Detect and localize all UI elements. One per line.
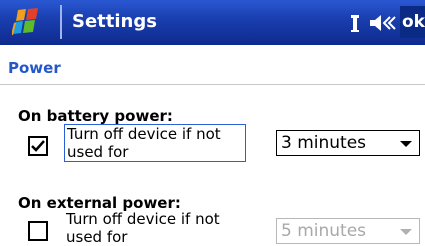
external-timeout-dropdown: 5 minutes: [276, 218, 420, 244]
battery-turnoff-label[interactable]: Turn off device if not used for: [64, 124, 246, 162]
battery-turnoff-checkbox[interactable]: [28, 136, 48, 156]
external-turnoff-label[interactable]: Turn off device if not used for: [64, 210, 246, 246]
page-title: Power: [8, 59, 61, 77]
external-timeout-value: 5 minutes: [281, 221, 367, 241]
app-title: Settings: [72, 11, 157, 32]
title-bar: Settings ok: [0, 0, 425, 45]
battery-section-label: On battery power:: [18, 107, 173, 125]
dropdown-arrow-icon: [400, 141, 412, 147]
battery-timeout-value: 3 minutes: [281, 133, 367, 153]
heading-divider: [0, 84, 425, 85]
dropdown-arrow-icon: [400, 229, 412, 235]
checkmark-icon: [31, 140, 45, 152]
connectivity-icon[interactable]: [348, 12, 362, 34]
ok-button[interactable]: ok: [400, 6, 425, 38]
volume-icon[interactable]: [368, 12, 398, 34]
external-turnoff-checkbox[interactable]: [28, 221, 48, 241]
windows-start-icon[interactable]: [11, 7, 54, 39]
titlebar-separator: [60, 5, 62, 39]
battery-timeout-dropdown[interactable]: 3 minutes: [276, 130, 420, 156]
